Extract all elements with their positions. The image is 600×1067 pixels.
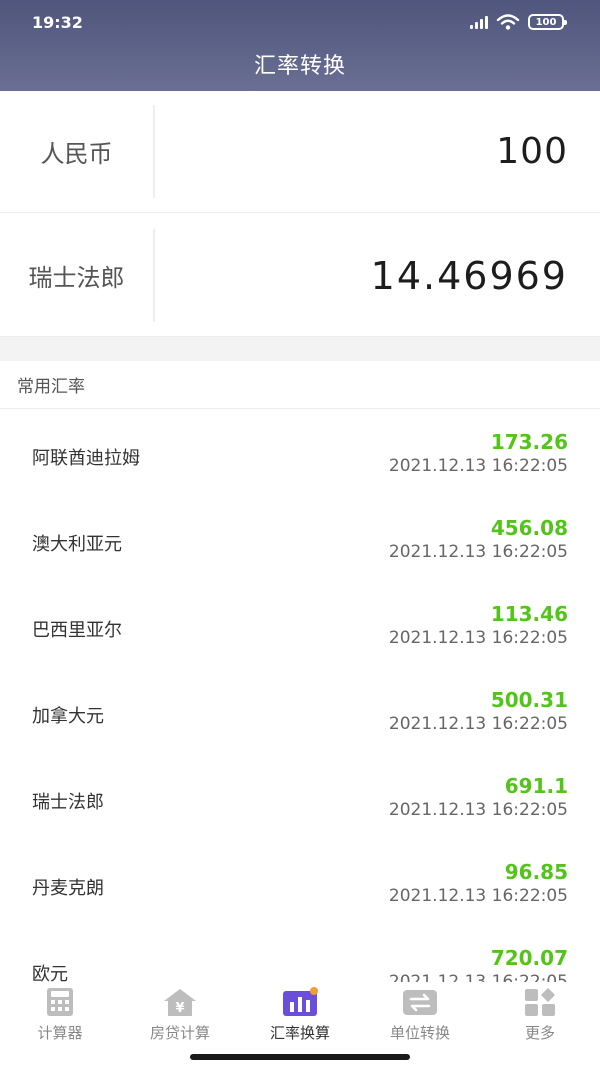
tab-label: 更多 xyxy=(524,1024,555,1042)
app-header: 19:32 100 汇率转换 xyxy=(0,0,600,91)
rate-timestamp: 2021.12.13 16:22:05 xyxy=(388,714,568,734)
svg-text:¥: ¥ xyxy=(175,1001,184,1016)
list-item[interactable]: 澳大利亚元 456.08 2021.12.13 16:22:05 xyxy=(0,496,600,582)
rate-timestamp: 2021.12.13 16:22:05 xyxy=(388,800,568,820)
bar-chart-icon xyxy=(283,987,318,1016)
converter-row-source[interactable]: 人民币 100 xyxy=(0,91,600,213)
rate-value: 96.85 xyxy=(504,860,568,884)
target-amount-display: 14.46969 xyxy=(370,253,568,298)
divider xyxy=(153,229,155,322)
page-title: 汇率转换 xyxy=(253,54,346,79)
home-indicator xyxy=(190,1054,410,1060)
tab-calculator[interactable]: 计算器 xyxy=(0,982,120,1067)
list-item[interactable]: 欧元 720.07 2021.12.13 16:22:05 xyxy=(0,926,600,982)
wifi-icon xyxy=(496,14,520,30)
list-item[interactable]: 阿联酋迪拉姆 173.26 2021.12.13 16:22:05 xyxy=(0,410,600,496)
list-item[interactable]: 巴西里亚尔 113.46 2021.12.13 16:22:05 xyxy=(0,582,600,668)
status-icons: 100 xyxy=(470,14,567,30)
tab-more[interactable]: 更多 xyxy=(480,982,600,1067)
battery-icon: 100 xyxy=(528,14,567,30)
rate-currency-name: 巴西里亚尔 xyxy=(32,620,122,641)
rate-timestamp: 2021.12.13 16:22:05 xyxy=(388,628,568,648)
rate-currency-name: 加拿大元 xyxy=(32,706,104,727)
source-currency-selector[interactable]: 人民币 xyxy=(0,91,153,212)
tab-label: 计算器 xyxy=(37,1024,83,1042)
rate-value: 720.07 xyxy=(490,946,568,970)
signal-icon xyxy=(470,15,488,29)
rate-value: 173.26 xyxy=(490,430,568,454)
rate-currency-name: 澳大利亚元 xyxy=(32,534,122,555)
rate-timestamp: 2021.12.13 16:22:05 xyxy=(388,972,568,982)
rate-timestamp: 2021.12.13 16:22:05 xyxy=(388,456,568,476)
rate-value: 691.1 xyxy=(504,774,568,798)
rate-currency-name: 瑞士法郎 xyxy=(32,792,104,813)
rate-currency-name: 欧元 xyxy=(32,964,68,982)
section-title: 常用汇率 xyxy=(0,361,600,409)
tab-label: 房贷计算 xyxy=(149,1024,210,1042)
rate-currency-name: 丹麦克朗 xyxy=(32,878,104,899)
converter-row-target[interactable]: 瑞士法郎 14.46969 xyxy=(0,215,600,337)
tab-label: 汇率换算 xyxy=(269,1024,330,1042)
list-item[interactable]: 丹麦克朗 96.85 2021.12.13 16:22:05 xyxy=(0,840,600,926)
house-yen-icon: ¥ xyxy=(164,989,196,1016)
section-gap xyxy=(0,337,600,361)
rate-value: 113.46 xyxy=(490,602,568,626)
list-item[interactable]: 瑞士法郎 691.1 2021.12.13 16:22:05 xyxy=(0,754,600,840)
tab-label: 单位转换 xyxy=(389,1024,450,1042)
rate-value: 500.31 xyxy=(490,688,568,712)
divider xyxy=(153,105,155,198)
status-time: 19:32 xyxy=(32,13,83,32)
rate-value: 456.08 xyxy=(490,516,568,540)
target-currency-selector[interactable]: 瑞士法郎 xyxy=(0,215,153,336)
calculator-icon xyxy=(47,988,73,1016)
list-item[interactable]: 加拿大元 500.31 2021.12.13 16:22:05 xyxy=(0,668,600,754)
rate-currency-name: 阿联酋迪拉姆 xyxy=(32,448,140,469)
rate-list[interactable]: 阿联酋迪拉姆 173.26 2021.12.13 16:22:05 澳大利亚元 … xyxy=(0,410,600,982)
more-grid-icon xyxy=(525,988,555,1016)
rate-timestamp: 2021.12.13 16:22:05 xyxy=(388,886,568,906)
source-amount-input[interactable]: 100 xyxy=(496,91,568,212)
rate-timestamp: 2021.12.13 16:22:05 xyxy=(388,542,568,562)
swap-arrows-icon xyxy=(403,990,437,1015)
